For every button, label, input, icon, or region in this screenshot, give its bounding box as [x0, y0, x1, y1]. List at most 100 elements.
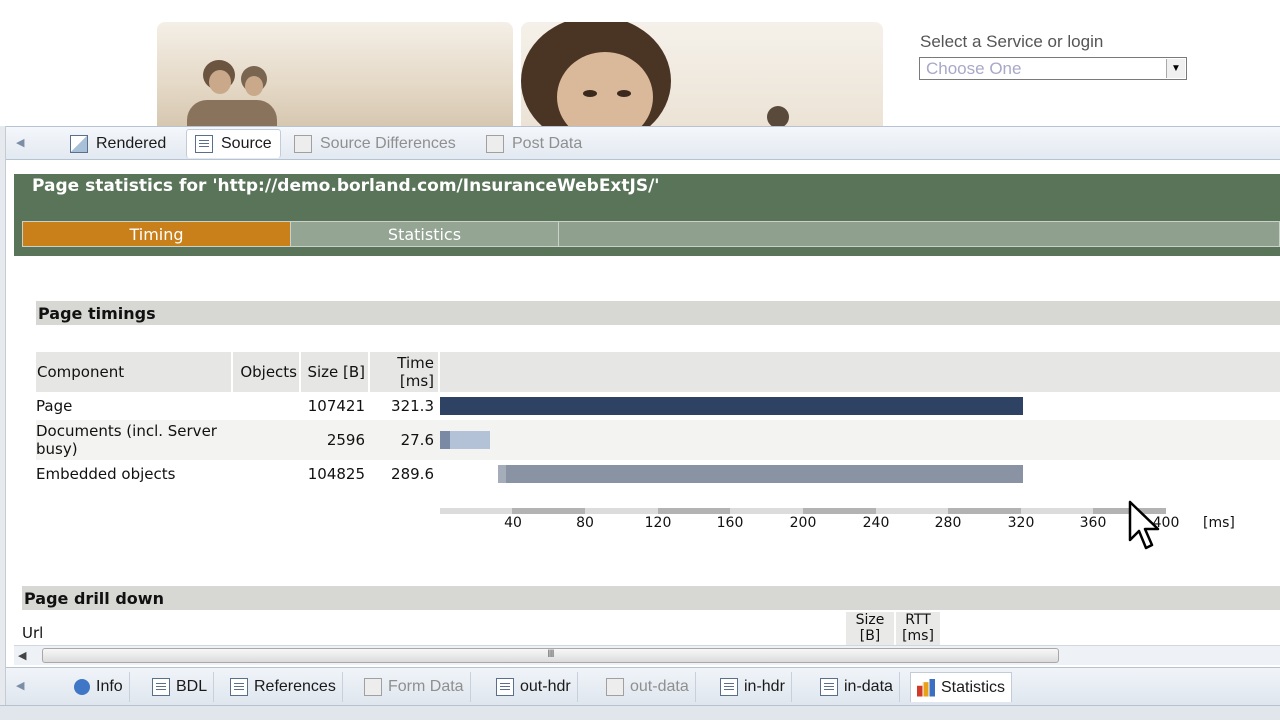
column-header-time: Time [ms] — [370, 352, 438, 392]
tab-post-data-label: Post Data — [512, 134, 583, 152]
out-data-icon — [606, 678, 624, 696]
rendered-page-area: Select a Service or login Choose One ▼ — [0, 0, 1280, 126]
tab-source-label: Source — [221, 135, 272, 152]
page-timings-heading: Page timings — [36, 301, 1280, 325]
timing-component-cell: Documents (incl. Server busy) — [36, 420, 231, 460]
timing-objects-cell — [233, 394, 299, 418]
timing-bar-track — [440, 430, 1280, 450]
time-axis — [440, 508, 1166, 514]
axis-tick-label: 280 — [934, 515, 962, 531]
statistics-chart-icon — [917, 678, 935, 697]
column-header-size: Size [B] — [301, 352, 368, 392]
tab-out-data[interactable]: out-data — [600, 672, 696, 702]
axis-tick-label: 120 — [644, 515, 672, 531]
tab-timing[interactable]: Timing — [23, 222, 291, 246]
tab-out-data-label: out-data — [630, 678, 689, 695]
tab-rendered[interactable]: Rendered — [62, 129, 174, 158]
timing-component-cell: Embedded objects — [36, 465, 176, 483]
axis-tick-label: 320 — [1007, 515, 1035, 531]
in-data-icon — [820, 678, 838, 696]
tab-statistics-bottom[interactable]: Statistics — [910, 672, 1013, 702]
tab-source[interactable]: Source — [186, 129, 281, 158]
bdl-icon — [152, 678, 170, 696]
drill-down-size-header: Size [B] — [846, 612, 894, 646]
timing-size-cell: 104825 — [307, 465, 365, 483]
tab-source-differences[interactable]: Source Differences — [286, 129, 464, 158]
status-strip — [0, 705, 1280, 720]
axis-tick-label: 80 — [576, 515, 594, 531]
post-data-icon — [486, 134, 504, 153]
tab-out-hdr-label: out-hdr — [520, 678, 571, 695]
page-statistics-panel: Page statistics for 'http://demo.borland… — [14, 174, 1280, 256]
timing-size-cell: 2596 — [326, 431, 365, 449]
tab-in-data-label: in-data — [844, 678, 893, 695]
axis-tick-label: 160 — [716, 515, 744, 531]
references-icon — [230, 678, 248, 696]
timing-time-cell: 321.3 — [391, 397, 434, 415]
drill-down-rtt-header: RTT [ms] — [896, 612, 940, 646]
timing-objects-cell — [233, 462, 299, 486]
page-statistics-title: Page statistics for 'http://demo.borland… — [32, 176, 660, 196]
service-select[interactable]: Choose One ▼ — [919, 57, 1187, 80]
axis-tick-label: 360 — [1079, 515, 1107, 531]
mouse-cursor-icon — [1128, 500, 1160, 550]
form-data-icon — [364, 678, 382, 696]
view-tabs-bar: ◀ Rendered Source Source Differences Pos… — [6, 126, 1280, 160]
banner-photo-people — [157, 22, 513, 126]
tab-form-data-label: Form Data — [388, 678, 464, 695]
source-differences-icon — [294, 134, 312, 153]
tab-form-data[interactable]: Form Data — [358, 672, 471, 702]
horizontal-scrollbar[interactable]: ◀ III — [14, 645, 1280, 665]
axis-tick-label: 200 — [789, 515, 817, 531]
timing-size-cell: 107421 — [307, 397, 365, 415]
out-hdr-icon — [496, 678, 514, 696]
timing-time-cell: 27.6 — [400, 431, 434, 449]
timing-component-cell: Page — [36, 397, 73, 415]
bottom-scroll-left-icon[interactable]: ◀ — [16, 679, 24, 692]
page-drill-down-heading: Page drill down — [22, 586, 1280, 610]
in-hdr-icon — [720, 678, 738, 696]
tab-in-data[interactable]: in-data — [814, 672, 900, 702]
tab-info-label: Info — [96, 678, 123, 695]
timing-bar-track — [440, 396, 1280, 416]
axis-tick-label: 240 — [862, 515, 890, 531]
timing-bar — [440, 397, 1023, 415]
tab-out-hdr[interactable]: out-hdr — [490, 672, 578, 702]
dropdown-arrow-icon[interactable]: ▼ — [1166, 59, 1185, 78]
column-header-component: Component — [36, 352, 231, 392]
tab-statistics[interactable]: Statistics — [291, 222, 559, 246]
timing-bar — [498, 465, 1023, 483]
rendered-icon — [70, 134, 88, 153]
source-icon — [195, 135, 213, 153]
bottom-tabs-bar: ◀ Info BDL References Form Data out-hdr … — [6, 667, 1280, 705]
banner-photo-woman — [521, 22, 883, 126]
timing-bar-track — [440, 464, 1280, 484]
drill-down-url-header: Url — [22, 624, 44, 642]
tab-statistics-bottom-label: Statistics — [941, 678, 1006, 696]
timing-objects-cell — [233, 420, 299, 460]
tab-bdl[interactable]: BDL — [146, 672, 215, 702]
tab-bdl-label: BDL — [176, 678, 208, 695]
timing-bar-segment — [498, 465, 506, 483]
tab-references-label: References — [254, 678, 336, 695]
axis-unit-label: [ms] — [1203, 515, 1235, 531]
tab-in-hdr[interactable]: in-hdr — [714, 672, 792, 702]
statistics-tabs: Timing Statistics — [22, 221, 1280, 247]
service-select-value: Choose One — [926, 59, 1022, 78]
axis-tick-label: 40 — [504, 515, 522, 531]
tab-info[interactable]: Info — [68, 672, 130, 702]
timing-time-cell: 289.6 — [391, 465, 434, 483]
tab-in-hdr-label: in-hdr — [744, 678, 785, 695]
service-login-label: Select a Service or login — [920, 32, 1104, 51]
scrollbar-grip: III — [547, 648, 554, 660]
column-header-objects: Objects — [233, 352, 299, 392]
scrollbar-thumb[interactable]: III — [42, 648, 1059, 663]
info-icon — [74, 679, 90, 695]
scroll-left-icon[interactable]: ◀ — [18, 649, 26, 662]
tab-post-data[interactable]: Post Data — [478, 129, 590, 158]
scroll-left-arrow-icon[interactable]: ◀ — [16, 136, 24, 149]
timeline-header — [440, 352, 1280, 392]
tab-rendered-label: Rendered — [96, 134, 167, 152]
timing-bar-segment — [440, 431, 450, 449]
tab-references[interactable]: References — [224, 672, 343, 702]
